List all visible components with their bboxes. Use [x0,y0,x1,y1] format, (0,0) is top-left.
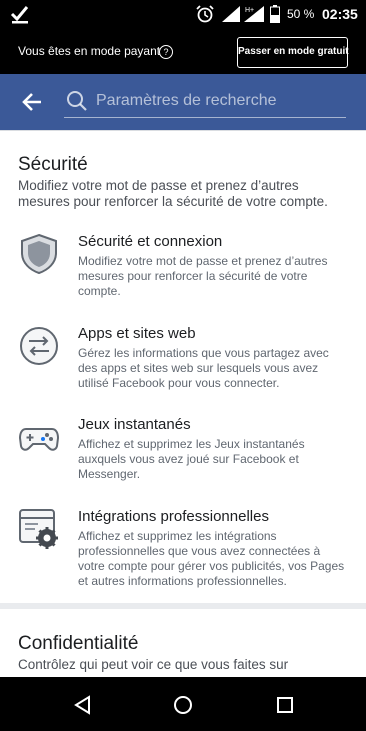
navigation-bar [0,677,366,731]
signal-icon [222,6,240,22]
window-gear-icon [19,509,58,549]
item-description: Affichez et supprimez les intégrations p… [78,529,345,588]
home-circle-icon[interactable] [172,694,194,716]
status-bar: H+ 50 % 02:35 [0,0,366,30]
search-icon [67,91,87,111]
item-title: Sécurité et connexion [78,233,223,250]
check-icon [10,6,29,24]
clock: 02:35 [322,6,358,22]
recents-square-icon[interactable] [274,694,296,716]
search-box[interactable] [64,86,346,118]
item-title: Intégrations professionnelles [78,508,269,525]
battery-percent: 50 % [287,7,315,21]
data-mode-text: Vous êtes en mode payant [18,44,161,58]
data-mode-banner: Vous êtes en mode payant ? Passer en mod… [0,30,366,74]
section-divider [0,603,366,609]
section-description-security: Modifiez votre mot de passe et prenez d’… [18,178,328,209]
svg-text:H+: H+ [245,7,254,14]
item-title: Jeux instantanés [78,416,191,433]
swap-arrows-icon [20,327,58,365]
item-title: Apps et sites web [78,325,196,342]
signal-hplus-icon: H+ [244,6,264,22]
section-title-privacy: Confidentialité [18,633,139,654]
switch-free-mode-button[interactable]: Passer en mode gratuit [237,37,349,68]
item-description: Affichez et supprimez les Jeux instantan… [78,437,305,481]
search-header [0,74,366,130]
help-icon[interactable]: ? [159,45,173,59]
back-triangle-icon[interactable] [72,694,94,716]
item-description: Gérez les informations que vous partagez… [78,346,329,390]
alarm-icon [196,5,214,23]
game-controller-icon [18,428,60,451]
section-description-privacy: Contrôlez qui peut voir ce que vous fait… [18,657,289,672]
search-input[interactable] [96,89,336,113]
section-title-security: Sécurité [18,154,88,175]
header-divider [0,130,366,131]
back-arrow-icon[interactable] [20,90,44,114]
shield-icon [21,233,57,275]
battery-icon [270,5,280,23]
item-description: Modifiez votre mot de passe et prenez d’… [78,254,328,298]
